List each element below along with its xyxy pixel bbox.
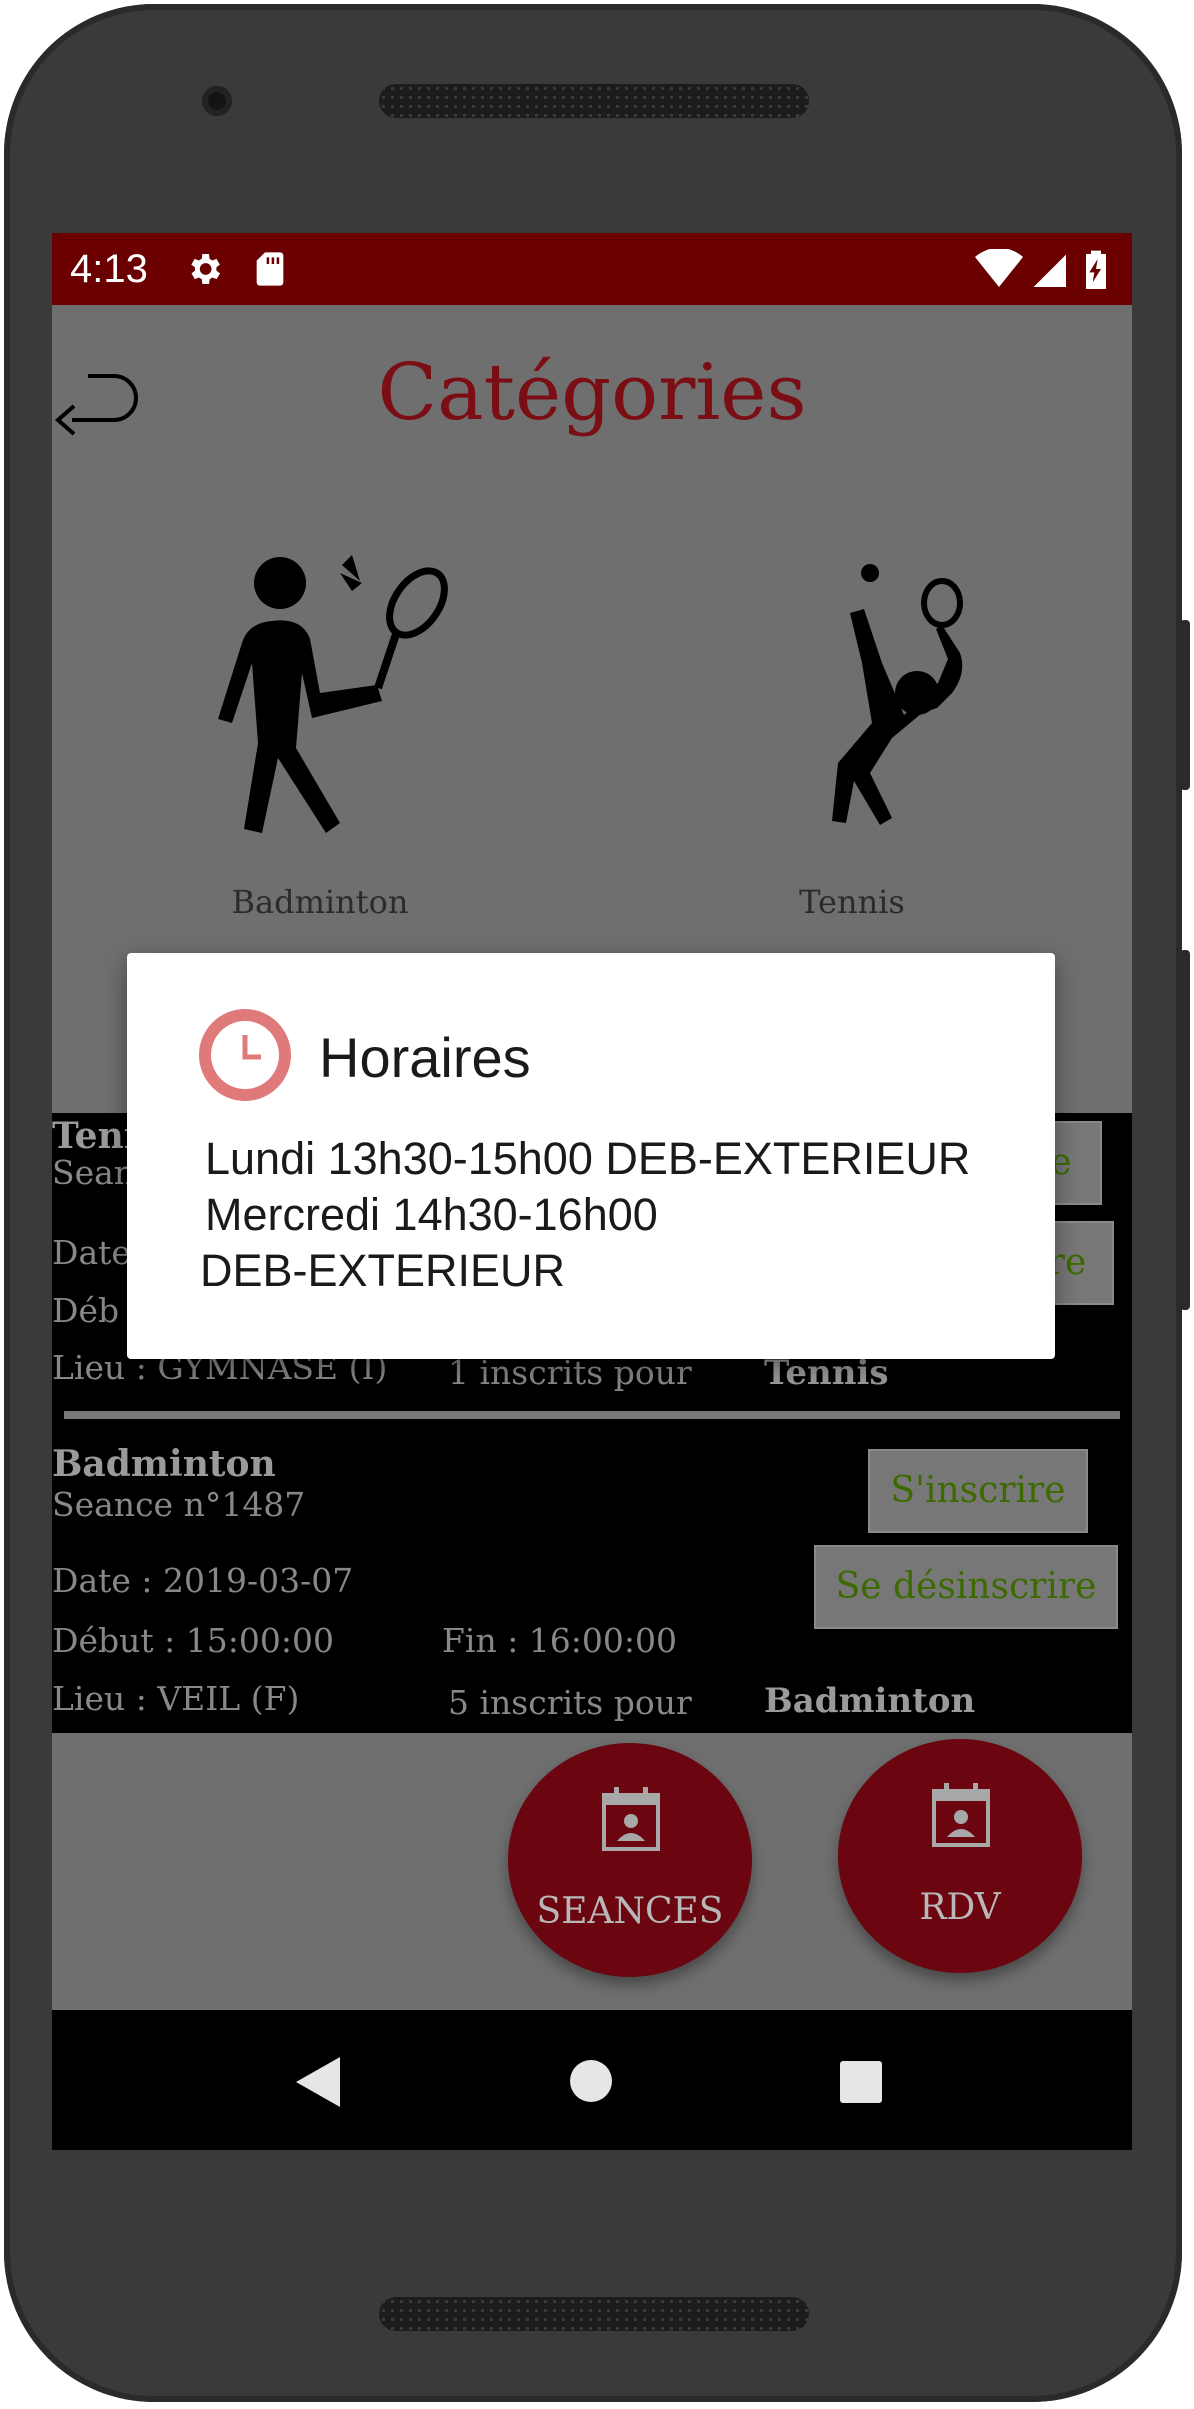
session-sport: Tennis bbox=[764, 1353, 889, 1393]
session-title: Badminton bbox=[52, 1443, 276, 1485]
rdv-label: RDV bbox=[919, 1887, 1001, 1928]
bottom-speaker bbox=[379, 2297, 809, 2331]
category-tennis[interactable] bbox=[742, 543, 1002, 833]
session-date: Date : 2019-03-07 bbox=[52, 1561, 354, 1600]
back-triangle-icon[interactable] bbox=[292, 2055, 342, 2109]
top-speaker bbox=[379, 84, 809, 118]
wifi-icon bbox=[975, 249, 1023, 287]
category-badminton[interactable] bbox=[192, 543, 472, 833]
category-label-badminton: Badminton bbox=[231, 883, 409, 921]
sd-card-icon bbox=[256, 252, 284, 286]
home-circle-icon[interactable] bbox=[568, 2058, 614, 2104]
dialog-line: Lundi 13h30-15h00 DEB-EXTERIEUR bbox=[205, 1133, 971, 1184]
signal-icon bbox=[1033, 254, 1066, 287]
schedule-dialog: Horaires Lundi 13h30-15h00 DEB-EXTERIEUR… bbox=[127, 953, 1055, 1359]
session-end: Fin : 16:00:00 bbox=[442, 1621, 678, 1660]
battery-charging-icon bbox=[1086, 250, 1106, 289]
session-sport: Badminton bbox=[764, 1681, 976, 1721]
register-button[interactable]: S'inscrire bbox=[868, 1449, 1088, 1533]
status-time: 4:13 bbox=[70, 247, 148, 291]
recents-square-icon[interactable] bbox=[838, 2060, 884, 2104]
session-registered-count: 5 inscrits pour bbox=[448, 1683, 692, 1722]
session-number: Seance n°1487 bbox=[52, 1485, 306, 1524]
power-button bbox=[1180, 620, 1190, 790]
unregister-button[interactable]: Se désinscrire bbox=[814, 1545, 1118, 1629]
page-title: Catégories bbox=[377, 348, 807, 438]
dialog-line: Mercredi 14h30-16h00 bbox=[205, 1189, 658, 1240]
status-bar: 4:13 bbox=[52, 233, 1132, 305]
session-start: Déb bbox=[52, 1291, 120, 1330]
badminton-player-icon bbox=[218, 555, 448, 833]
session-number: Sean bbox=[52, 1153, 136, 1192]
volume-button bbox=[1180, 950, 1190, 1310]
session-date: Date bbox=[52, 1233, 131, 1272]
gear-icon bbox=[191, 254, 220, 284]
category-label-tennis: Tennis bbox=[799, 883, 905, 921]
session-location: Lieu : VEIL (F) bbox=[52, 1679, 300, 1718]
navigation-bar bbox=[52, 2010, 1132, 2150]
session-start: Début : 15:00:00 bbox=[52, 1621, 334, 1660]
rdv-button[interactable]: RDV bbox=[838, 1739, 1082, 1973]
tennis-player-icon bbox=[832, 564, 963, 825]
seances-button[interactable]: SEANCES bbox=[508, 1743, 752, 1977]
calendar-contact-icon bbox=[602, 1787, 660, 1851]
clock-icon bbox=[199, 1009, 291, 1101]
list-divider bbox=[64, 1411, 1120, 1419]
front-camera bbox=[202, 86, 232, 116]
dialog-title: Horaires bbox=[319, 1026, 531, 1089]
dialog-line: DEB-EXTERIEUR bbox=[200, 1245, 566, 1296]
seances-label: SEANCES bbox=[536, 1891, 724, 1932]
calendar-contact-icon bbox=[932, 1783, 990, 1847]
